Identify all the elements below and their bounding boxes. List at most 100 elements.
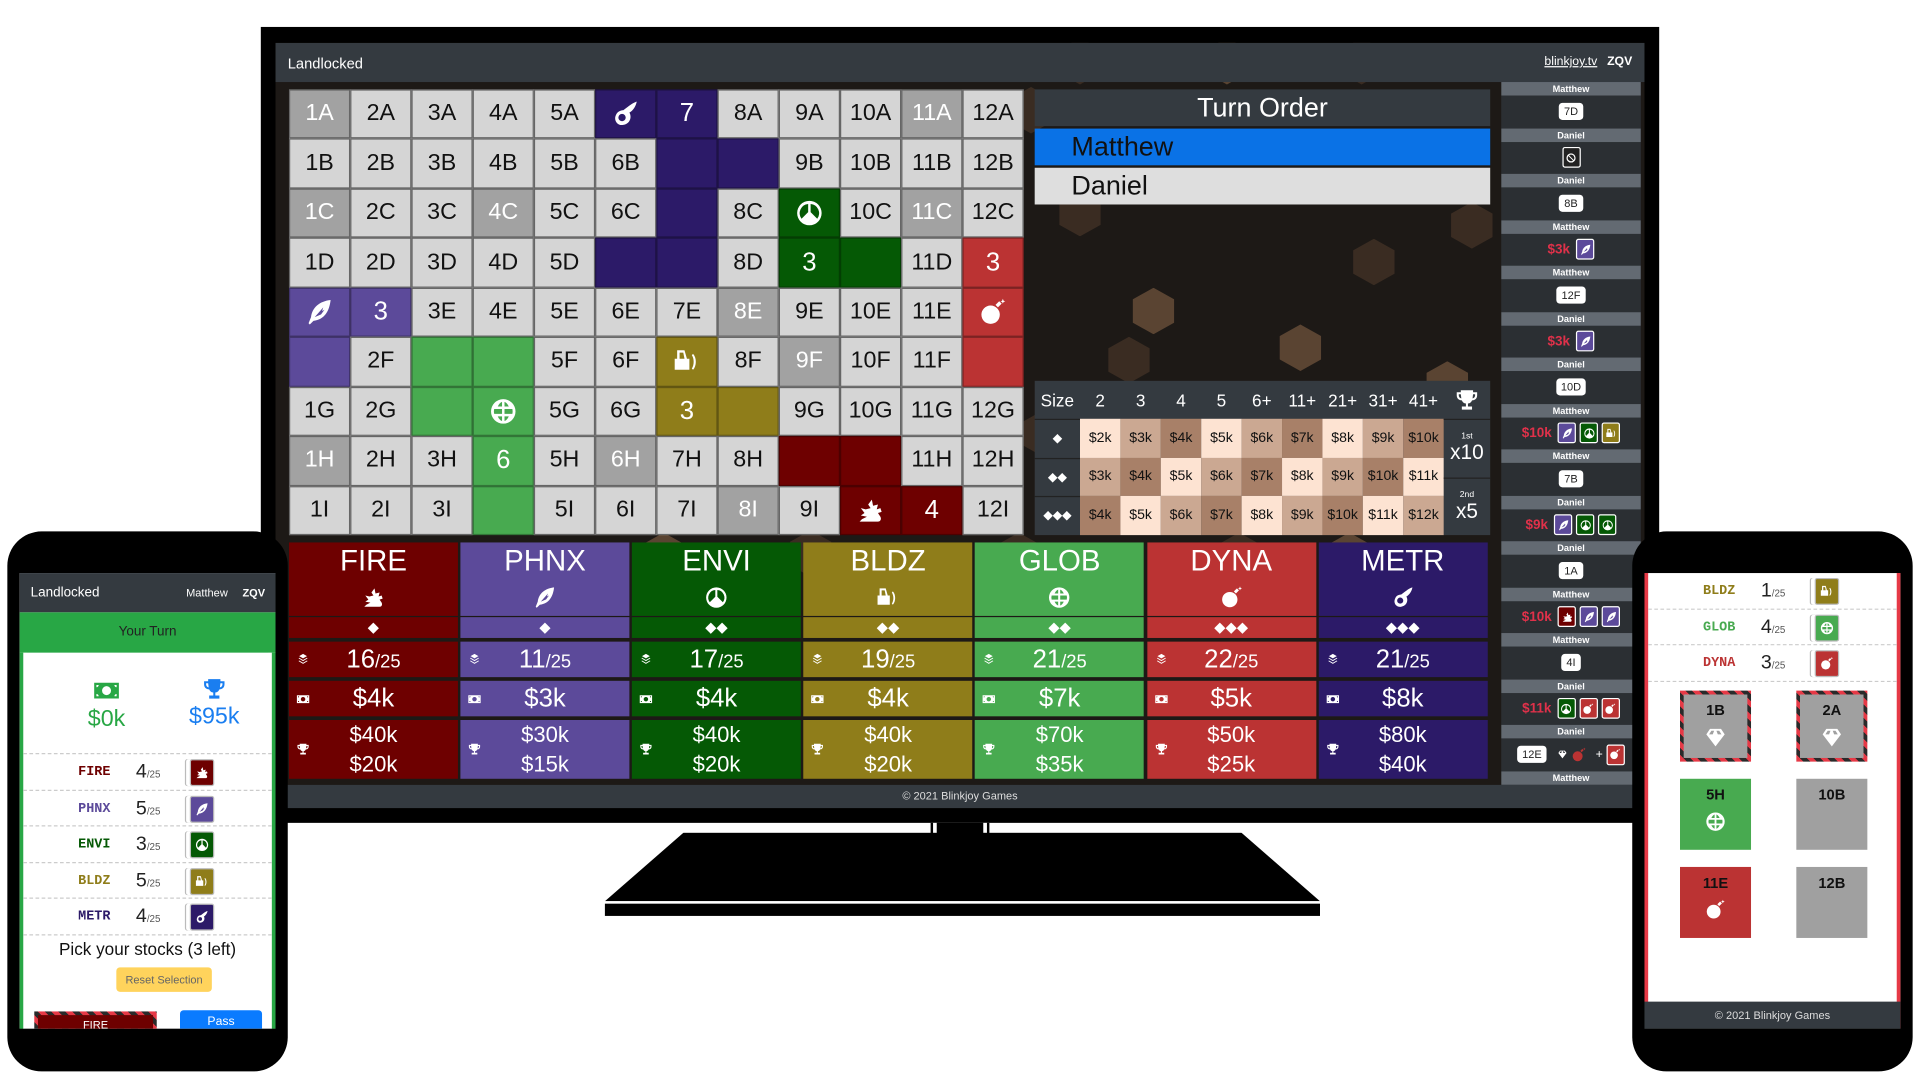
board-cell[interactable]: 11A bbox=[901, 89, 963, 139]
board-cell[interactable]: 12C bbox=[962, 188, 1024, 238]
board-cell[interactable]: 1C bbox=[288, 188, 351, 238]
board-cell-glob[interactable] bbox=[472, 485, 534, 536]
board-cell-fire[interactable] bbox=[778, 436, 841, 486]
board-cell[interactable]: 8H bbox=[717, 436, 779, 486]
board-cell[interactable]: 1G bbox=[288, 386, 351, 436]
board-cell[interactable]: 9F bbox=[778, 336, 841, 387]
board-cell[interactable]: 8F bbox=[717, 336, 779, 387]
pass-button[interactable]: Pass bbox=[180, 1010, 263, 1029]
board-cell[interactable]: 9I bbox=[778, 485, 841, 536]
board-cell[interactable]: 2D bbox=[350, 237, 412, 288]
board-cell[interactable]: 1A bbox=[288, 89, 351, 139]
board-cell[interactable]: 3A bbox=[411, 89, 473, 139]
board-cell-glob[interactable]: 6 bbox=[472, 436, 534, 486]
hand-tile[interactable]: 2A bbox=[1796, 691, 1867, 762]
hand-tile[interactable]: 12B bbox=[1796, 866, 1868, 938]
board-cell[interactable]: 10A bbox=[840, 89, 902, 139]
board-cell[interactable]: 9G bbox=[778, 386, 841, 436]
board-cell-fire[interactable] bbox=[840, 436, 902, 486]
company-panel-phnx[interactable]: PHNX ◆ 11/25 $3k $30k $15k bbox=[460, 542, 630, 779]
board-cell[interactable]: 9A bbox=[778, 89, 841, 139]
board-cell-phnx[interactable] bbox=[288, 287, 351, 337]
board-cell[interactable]: 2I bbox=[350, 485, 412, 536]
board-cell-metr[interactable] bbox=[656, 138, 718, 189]
board-cell-metr[interactable] bbox=[595, 89, 657, 139]
board-cell-metr[interactable] bbox=[595, 237, 657, 288]
board-cell-dyna[interactable]: 3 bbox=[962, 237, 1024, 288]
board-cell[interactable]: 5B bbox=[533, 138, 596, 189]
board-cell[interactable]: 4D bbox=[472, 237, 534, 288]
board-cell[interactable]: 6G bbox=[595, 386, 657, 436]
board-cell[interactable]: 8C bbox=[717, 188, 779, 238]
board-cell[interactable]: 2F bbox=[350, 336, 412, 387]
board-cell[interactable]: 12A bbox=[962, 89, 1024, 139]
blinkjoy-link[interactable]: blinkjoy.tv bbox=[1544, 55, 1597, 68]
board-cell[interactable]: 1B bbox=[288, 138, 351, 189]
board-cell-bldz[interactable] bbox=[717, 386, 779, 436]
board-cell[interactable]: 11H bbox=[901, 436, 963, 486]
board-cell[interactable]: 12B bbox=[962, 138, 1024, 189]
board-cell[interactable]: 5H bbox=[533, 436, 596, 486]
board-cell[interactable]: 10C bbox=[840, 188, 902, 238]
board-cell[interactable]: 2B bbox=[350, 138, 412, 189]
board-cell[interactable]: 5I bbox=[533, 485, 596, 536]
board-cell[interactable]: 6C bbox=[595, 188, 657, 238]
board-cell[interactable]: 5G bbox=[533, 386, 596, 436]
stock-row[interactable]: METR 4/25 bbox=[23, 899, 272, 935]
board-cell[interactable]: 9B bbox=[778, 138, 841, 189]
company-panel-metr[interactable]: METR ◆◆◆ 21/25 $8k $80k $40k bbox=[1318, 542, 1488, 779]
board-cell[interactable]: 5A bbox=[533, 89, 596, 139]
board-cell-fire[interactable]: 4 bbox=[901, 485, 963, 536]
board-cell[interactable]: 6H bbox=[595, 436, 657, 486]
board-cell-bldz[interactable] bbox=[656, 336, 718, 387]
stock-row[interactable]: PHNX 5/25 bbox=[23, 790, 272, 827]
reset-selection-button[interactable]: Reset Selection bbox=[116, 967, 212, 992]
stock-row[interactable]: GLOB 4/25 bbox=[1648, 609, 1897, 646]
board-cell[interactable]: 8D bbox=[717, 237, 779, 288]
stock-row[interactable]: BLDZ 5/25 bbox=[23, 863, 272, 899]
board-cell[interactable]: 4E bbox=[472, 287, 534, 337]
board-cell-metr[interactable] bbox=[656, 188, 718, 238]
board-cell[interactable]: 9E bbox=[778, 287, 841, 337]
board-cell[interactable]: 1I bbox=[288, 485, 351, 536]
stock-row[interactable]: ENVI 3/25 bbox=[23, 827, 272, 863]
board-cell[interactable]: 8I bbox=[717, 485, 779, 536]
board-cell-dyna[interactable] bbox=[962, 287, 1024, 337]
stock-row[interactable]: BLDZ 1/25 bbox=[1648, 573, 1897, 610]
board-cell-metr[interactable] bbox=[717, 138, 779, 189]
board-cell[interactable]: 6B bbox=[595, 138, 657, 189]
board-cell[interactable]: 10B bbox=[840, 138, 902, 189]
board-cell[interactable]: 2H bbox=[350, 436, 412, 486]
board-cell[interactable]: 5C bbox=[533, 188, 596, 238]
board-cell[interactable]: 3C bbox=[411, 188, 473, 238]
board-cell[interactable]: 2A bbox=[350, 89, 412, 139]
board-cell-glob[interactable] bbox=[411, 386, 473, 436]
board-cell-metr[interactable] bbox=[656, 237, 718, 288]
company-panel-fire[interactable]: FIRE ◆ 16/25 $4k $40k $20k bbox=[288, 542, 458, 779]
board-cell-envi[interactable]: 3 bbox=[778, 237, 841, 288]
board-cell[interactable]: 7E bbox=[656, 287, 718, 337]
board-cell-dyna[interactable] bbox=[962, 336, 1024, 387]
hand-tile[interactable]: 10B bbox=[1796, 778, 1868, 850]
stock-row[interactable]: FIRE 4/25 bbox=[23, 754, 272, 791]
board-cell[interactable]: 8A bbox=[717, 89, 779, 139]
company-panel-dyna[interactable]: DYNA ◆◆◆ 22/25 $5k $50k $25k bbox=[1146, 542, 1316, 779]
board-cell[interactable]: 8E bbox=[717, 287, 779, 337]
board-cell[interactable]: 10G bbox=[840, 386, 902, 436]
board-cell[interactable]: 1D bbox=[288, 237, 351, 288]
board-cell[interactable]: 4B bbox=[472, 138, 534, 189]
board-cell[interactable]: 3E bbox=[411, 287, 473, 337]
hand-tile[interactable]: 5H bbox=[1680, 778, 1752, 850]
board-cell-metr[interactable]: 7 bbox=[656, 89, 718, 139]
board-cell-bldz[interactable]: 3 bbox=[656, 386, 718, 436]
buy-fire-button[interactable]: FIRE bbox=[34, 1011, 157, 1029]
board-cell-phnx[interactable] bbox=[288, 336, 351, 387]
hand-tile[interactable]: 11E bbox=[1680, 866, 1752, 938]
action-log[interactable]: Matthew 7D Daniel Daniel 8B Matthew $3k Matthew… bbox=[1501, 82, 1641, 785]
board-cell[interactable]: 11E bbox=[901, 287, 963, 337]
board-cell[interactable]: 11D bbox=[901, 237, 963, 288]
board-cell[interactable]: 5F bbox=[533, 336, 596, 387]
board-cell[interactable]: 11B bbox=[901, 138, 963, 189]
board-cell[interactable]: 11G bbox=[901, 386, 963, 436]
board-cell[interactable]: 3B bbox=[411, 138, 473, 189]
